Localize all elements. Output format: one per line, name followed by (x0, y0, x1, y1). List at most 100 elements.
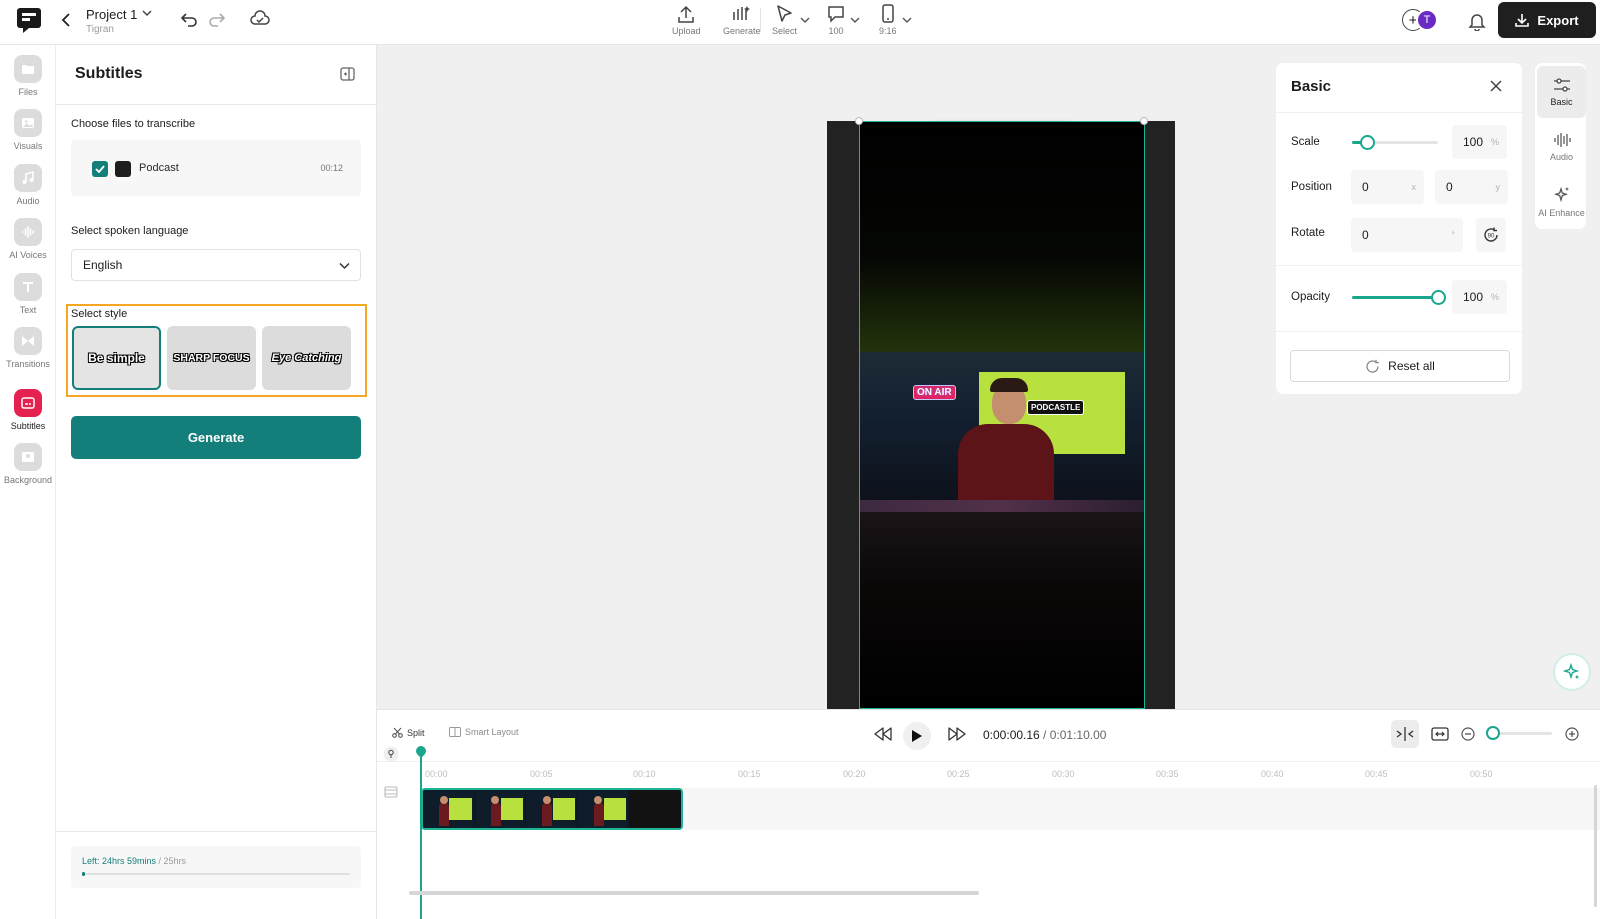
rail-item-audio[interactable]: Audio (0, 164, 56, 206)
reset-all-button[interactable]: Reset all (1290, 350, 1510, 382)
smart-layout-button[interactable]: Smart Layout (449, 727, 519, 737)
opacity-input[interactable]: 100 % (1452, 280, 1507, 314)
zoom-in-icon[interactable] (1565, 727, 1579, 741)
back-arrow-icon[interactable] (60, 12, 74, 28)
rail-item-subtitles[interactable]: Subtitles (0, 389, 56, 431)
rail-label: Background (3, 475, 53, 485)
rail-item-files[interactable]: Files (0, 55, 56, 97)
play-button[interactable] (903, 722, 931, 750)
opacity-slider-fill (1352, 296, 1438, 299)
comment-icon (828, 6, 844, 23)
rail-item-visuals[interactable]: Visuals (0, 109, 56, 151)
language-label: Select spoken language (71, 225, 189, 237)
opacity-slider[interactable] (1352, 290, 1446, 305)
opacity-slider-knob[interactable] (1431, 290, 1446, 305)
bell-icon[interactable] (1468, 11, 1486, 31)
clip-thumbnail (578, 790, 630, 828)
redo-icon[interactable] (208, 10, 226, 28)
aspect-ratio-label: 9:16 (879, 26, 897, 36)
style-card-sharp-focus[interactable]: SHARP FOCUS (167, 326, 256, 390)
tool-ai-enhance[interactable]: AI Enhance (1537, 176, 1586, 228)
rail-item-background[interactable]: Background (0, 443, 56, 485)
scale-input[interactable]: 100 % (1452, 125, 1507, 159)
aspect-chevron-icon[interactable] (902, 16, 912, 24)
tool-audio[interactable]: Audio (1537, 121, 1586, 173)
upload-button[interactable]: Upload (672, 4, 701, 36)
generate-tool-button[interactable]: Generate (723, 4, 761, 36)
generate-icon (733, 6, 750, 20)
file-item[interactable]: Podcast 00:12 (71, 140, 361, 196)
ruler-tick: 00:50 (1470, 769, 1493, 779)
resize-handle-top-left[interactable] (855, 117, 863, 125)
timecode: 0:00:00.16 / 0:01:10.00 (983, 728, 1106, 742)
collaborators[interactable]: + T (1402, 9, 1446, 31)
divider (1276, 265, 1524, 266)
svg-text:90: 90 (1488, 234, 1495, 240)
style-card-eye-catching[interactable]: Eye Catching (262, 326, 351, 390)
scale-value: 100 (1463, 135, 1484, 149)
comment-zoom-button[interactable]: 100 (826, 4, 846, 36)
project-title[interactable]: Project 1 (86, 7, 137, 22)
subtitles-panel: Subtitles Choose files to transcribe Pod… (56, 45, 377, 919)
project-menu-chevron-icon[interactable] (142, 9, 152, 17)
style-label: Select style (71, 308, 128, 320)
export-label: Export (1537, 12, 1579, 28)
split-button[interactable]: Split (392, 727, 425, 738)
rotate-input[interactable]: 0 ° (1351, 218, 1463, 252)
generate-tool-label: Generate (723, 26, 761, 36)
aspect-ratio-button[interactable]: 9:16 (879, 4, 897, 36)
export-button[interactable]: Export (1498, 2, 1596, 38)
basic-panel-title: Basic (1291, 78, 1332, 95)
file-duration: 00:12 (320, 163, 343, 173)
panel-divider (56, 104, 377, 105)
rotate-90-button[interactable]: 90 (1476, 218, 1506, 252)
position-x-input[interactable]: 0 x (1351, 170, 1424, 204)
scale-slider[interactable] (1352, 135, 1438, 150)
position-y-value: 0 (1446, 180, 1453, 194)
fit-width-icon (1431, 727, 1449, 741)
timeline-clip[interactable] (421, 788, 683, 830)
file-checkbox[interactable] (92, 161, 108, 177)
snap-button[interactable] (1391, 720, 1419, 748)
fit-timeline-button[interactable] (1426, 720, 1454, 748)
style-card-be-simple[interactable]: Be simple (72, 326, 161, 390)
close-icon[interactable] (1490, 80, 1502, 92)
resize-handle-top-right[interactable] (1140, 117, 1148, 125)
language-select[interactable]: English (71, 249, 361, 281)
timeline-vertical-scrollbar[interactable] (1594, 785, 1597, 907)
timeline-horizontal-scrollbar[interactable] (409, 891, 979, 895)
rail-label: Text (19, 305, 37, 315)
rail-item-text[interactable]: Text (0, 273, 56, 315)
rail-label: Files (18, 87, 38, 97)
tool-basic[interactable]: Basic (1537, 66, 1586, 118)
cloud-save-icon[interactable] (250, 10, 270, 28)
rail-item-transitions[interactable]: Transitions (0, 327, 56, 369)
generate-button[interactable]: Generate (71, 416, 361, 459)
collapse-panel-icon[interactable] (340, 67, 355, 81)
waveform-icon (1553, 133, 1571, 147)
image-icon (14, 109, 42, 137)
video-clip-preview[interactable]: ON AIR PODCASTLE (859, 121, 1145, 709)
marker-pin-icon[interactable] (383, 746, 399, 762)
ruler-tick: 00:05 (530, 769, 553, 779)
rail-item-ai-voices[interactable]: AI Voices (0, 218, 56, 260)
undo-icon[interactable] (180, 10, 198, 28)
zoom-slider-knob[interactable] (1486, 726, 1500, 740)
ai-assistant-button[interactable] (1553, 653, 1591, 691)
toolbar-divider (760, 8, 761, 32)
select-tool-button[interactable]: Select (772, 4, 797, 36)
position-y-input[interactable]: 0 y (1435, 170, 1508, 204)
zoom-out-icon[interactable] (1461, 727, 1475, 741)
timeline-zoom-slider[interactable] (1486, 726, 1552, 740)
select-chevron-icon[interactable] (800, 16, 810, 24)
rail-label: AI Voices (9, 250, 47, 260)
background-icon (14, 443, 42, 471)
quota-divider (56, 831, 377, 832)
zoom-chevron-icon[interactable] (850, 16, 860, 24)
rewind-icon[interactable] (873, 727, 893, 741)
panel-title: Subtitles (75, 65, 143, 82)
scale-slider-knob[interactable] (1360, 135, 1376, 150)
fast-forward-icon[interactable] (947, 727, 967, 741)
podcastle-logo-icon[interactable] (15, 6, 43, 34)
avatar[interactable]: T (1416, 9, 1438, 31)
